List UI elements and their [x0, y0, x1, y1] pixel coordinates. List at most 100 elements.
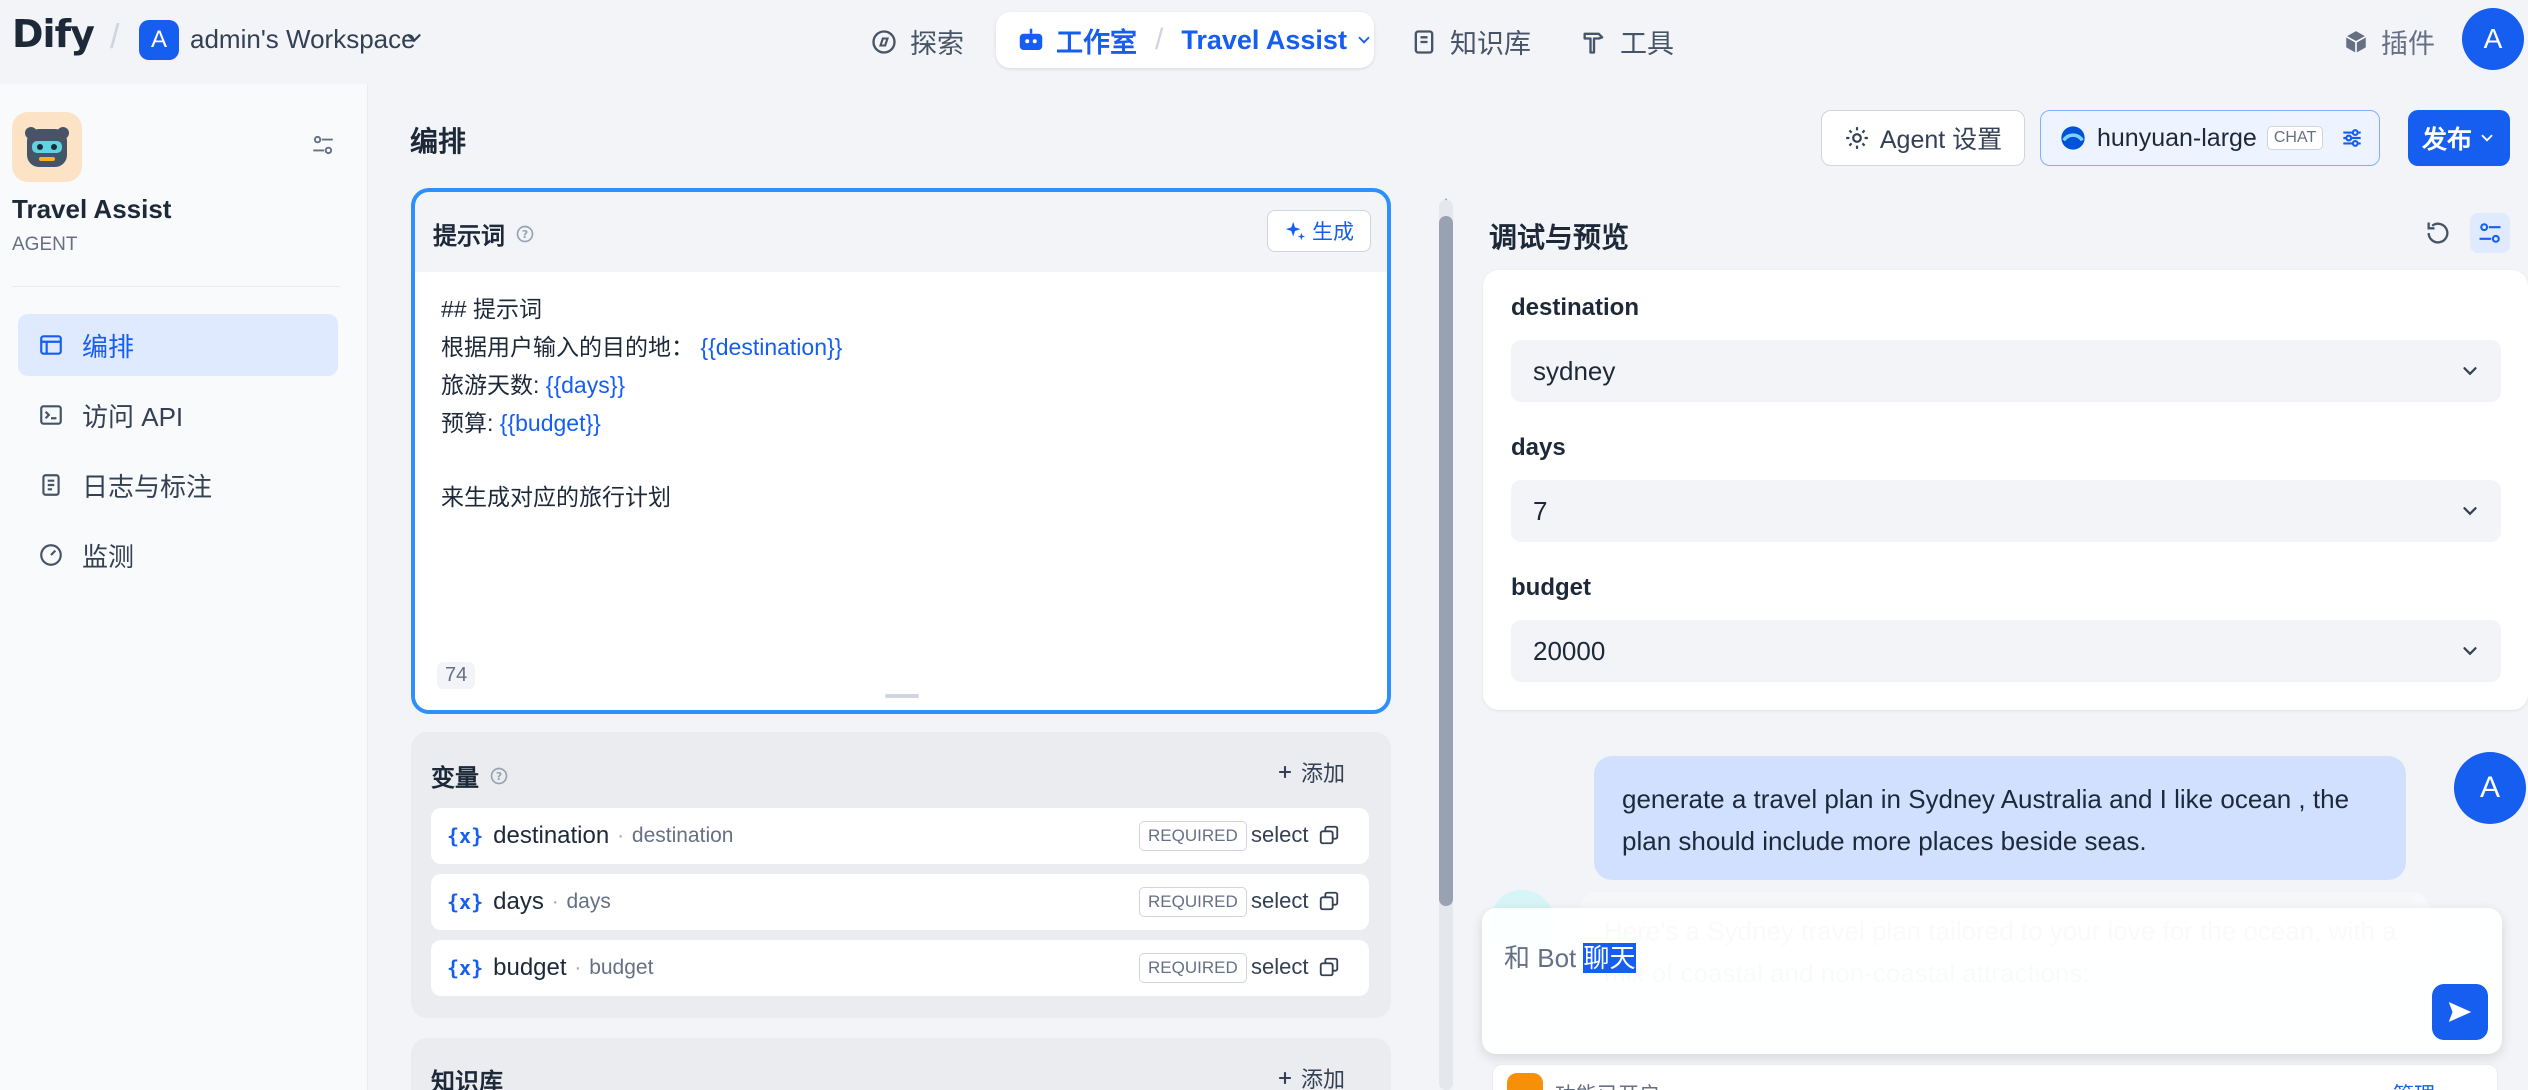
nav-explore[interactable]: 探索 [870, 22, 964, 61]
chevron-down-icon[interactable] [403, 27, 425, 49]
generate-button[interactable]: 生成 [1267, 210, 1371, 252]
select-label: select [1251, 954, 1309, 979]
input-label: budget [1511, 574, 1591, 601]
separator-dot: · [574, 956, 582, 979]
nav-studio[interactable]: 工作室 / Travel Assist [996, 12, 1374, 68]
sidebar-item-api[interactable]: 访问 API [18, 384, 338, 446]
file-list-icon [42, 474, 60, 496]
plugins-button[interactable]: 插件 [2343, 22, 2435, 61]
sidebar-item-logs[interactable]: 日志与标注 [18, 454, 338, 516]
user-avatar[interactable]: A [2462, 8, 2524, 70]
send-button[interactable] [2432, 984, 2488, 1040]
chat-input[interactable]: 和 Bot 聊天 [1482, 908, 2502, 1054]
required-badge: REQUIRED [1139, 821, 1247, 851]
send-icon [2448, 1002, 2472, 1022]
budget-select[interactable]: 20000 [1511, 620, 2501, 682]
prompt-panel: 提示词 ? 生成 ## 提示词 根据用户输入的目的地： {{destinatio… [411, 188, 1391, 714]
placeholder-text: 和 Bot [1504, 943, 1584, 973]
gear-icon [1846, 127, 1868, 149]
prompt-line: 根据用户输入的目的地： {{destination}} [441, 328, 842, 362]
add-knowledge-button[interactable]: 添加 [1275, 1062, 1345, 1090]
agent-settings-button[interactable]: Agent 设置 [1821, 110, 2025, 166]
svg-text:?: ? [496, 770, 502, 783]
robot-icon [1019, 28, 1043, 50]
sliders-icon [2479, 223, 2501, 243]
prompt-text: 预算: [441, 410, 494, 436]
add-label: 添加 [1301, 761, 1346, 786]
sidebar-item-orchestrate[interactable]: 编排 [18, 314, 338, 376]
variable-type-select[interactable]: select [1251, 822, 1340, 848]
variable-type-select[interactable]: select [1251, 888, 1340, 914]
feature-icon [1507, 1073, 1543, 1090]
sidebar-toggle-icon[interactable] [310, 132, 336, 158]
model-name: hunyuan-large [2097, 123, 2257, 152]
destination-select[interactable]: sydney [1511, 340, 2501, 402]
required-badge: REQUIRED [1139, 887, 1247, 917]
chevron-down-icon [2463, 507, 2477, 516]
dify-logo[interactable]: Dify [12, 12, 95, 56]
knowledge-panel: 知识库 添加 [411, 1038, 1391, 1090]
chat-input-placeholder: 和 Bot 聊天 [1504, 938, 1636, 975]
add-label: 添加 [1301, 1067, 1346, 1090]
prompt-line: ## 提示词 [441, 296, 542, 322]
nav-studio-label: 工作室 [1056, 27, 1137, 58]
variables-panel: 变量 ? 添加 {x} destination · destination RE… [411, 732, 1391, 1018]
prompt-variable: {{budget}} [499, 410, 601, 436]
svg-text:?: ? [522, 228, 528, 241]
workspace-avatar[interactable]: A [139, 20, 179, 60]
variable-row[interactable]: {x} budget · budget REQUIRED select [431, 940, 1369, 996]
days-select[interactable]: 7 [1511, 480, 2501, 542]
plus-icon [1279, 766, 1291, 778]
copy-icon [1320, 891, 1339, 911]
variable-type-select[interactable]: select [1251, 954, 1340, 980]
workspace-selector[interactable]: admin's Workspace [190, 24, 416, 55]
character-count: 74 [437, 662, 476, 689]
current-app-selector[interactable]: Travel Assist [1181, 25, 1347, 56]
select-value: 7 [1533, 495, 1548, 526]
copy-icon [1320, 957, 1339, 977]
manage-features-link[interactable]: 管理 › [2393, 1079, 2448, 1090]
scrollbar-thumb[interactable] [1439, 216, 1453, 906]
plugins-label: 插件 [2381, 29, 2435, 59]
agent-settings-label: Agent 设置 [1879, 126, 2003, 154]
variable-label: budget [589, 956, 654, 979]
sliders-icon[interactable] [2339, 125, 2365, 151]
hunyuan-logo-icon [2061, 126, 2085, 150]
compass-icon [872, 29, 896, 54]
nav-knowledge-label: 知识库 [1450, 29, 1531, 59]
plus-icon [1279, 1072, 1291, 1084]
model-selector[interactable]: hunyuan-large CHAT [2040, 110, 2380, 166]
variable-icon: {x} [447, 890, 484, 914]
sidebar-item-monitoring[interactable]: 监测 [18, 524, 338, 586]
publish-button[interactable]: 发布 [2408, 110, 2510, 166]
layout-icon [40, 335, 62, 355]
chevron-down-icon[interactable] [1355, 31, 1373, 49]
separator-dot: · [617, 824, 624, 847]
help-circle-icon[interactable]: ? [489, 766, 509, 786]
prompt-editor[interactable]: ## 提示词 根据用户输入的目的地： {{destination}} 旅游天数:… [415, 272, 1387, 710]
prompt-header: 提示词 ? [433, 216, 535, 251]
nav-knowledge[interactable]: 知识库 [1410, 22, 1531, 61]
sidebar-item-label: 访问 API [82, 401, 184, 432]
prompt-text: 旅游天数: [441, 372, 540, 398]
prompt-title: 提示词 [433, 223, 505, 250]
debug-title: 调试与预览 [1489, 222, 1630, 253]
app-icon [12, 112, 82, 182]
variables-toggle-button[interactable] [2470, 213, 2510, 253]
variable-key: destination [493, 822, 610, 849]
variable-row[interactable]: {x} destination · destination REQUIRED s… [431, 808, 1369, 864]
help-circle-icon[interactable]: ? [515, 224, 535, 244]
resize-handle[interactable] [885, 694, 919, 698]
placeholder-highlight: 聊天 [1583, 943, 1636, 973]
add-variable-button[interactable]: 添加 [1275, 756, 1345, 788]
select-value: sydney [1533, 355, 1616, 386]
nav-tools[interactable]: 工具 [1580, 22, 1674, 61]
app-type-label: AGENT [12, 234, 78, 255]
refresh-button[interactable] [2418, 213, 2458, 253]
separator-dot: · [551, 890, 559, 913]
publish-label: 发布 [2421, 126, 2472, 154]
variable-row[interactable]: {x} days · days REQUIRED select [431, 874, 1369, 930]
sparkle-icon [1285, 221, 1306, 241]
book-icon [1414, 29, 1434, 54]
input-label: days [1511, 434, 1566, 461]
